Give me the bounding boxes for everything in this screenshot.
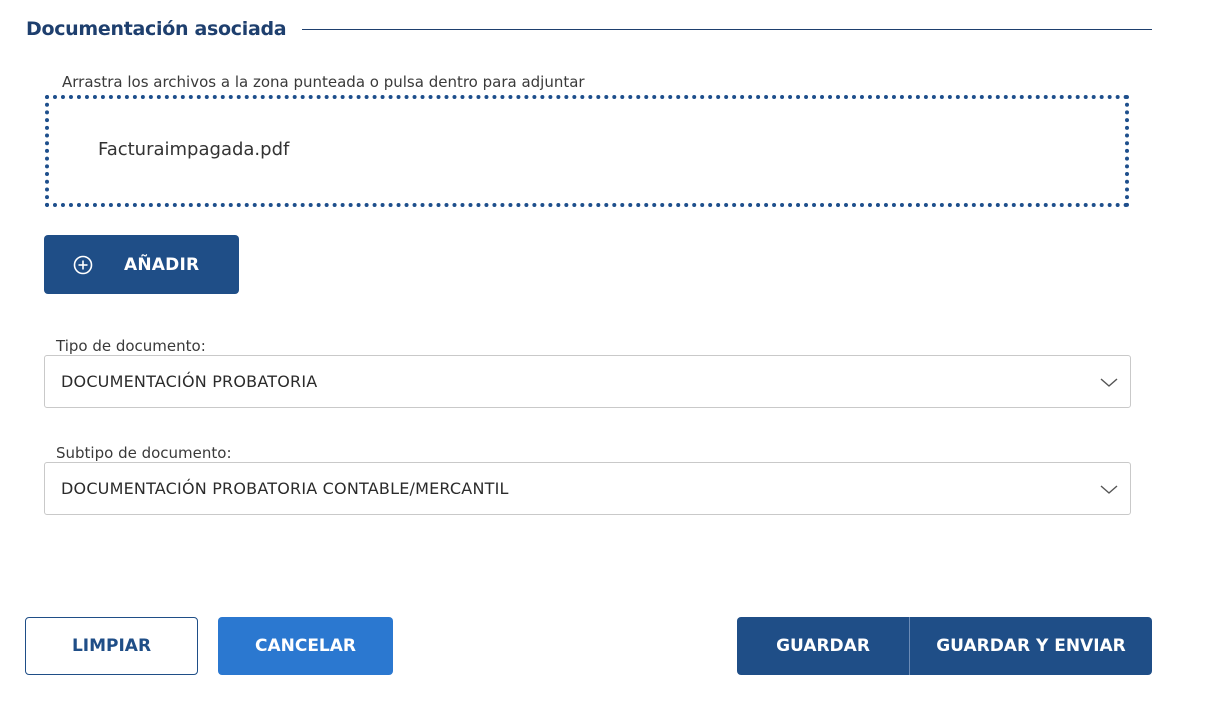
document-subtype-value: DOCUMENTACIÓN PROBATORIA CONTABLE/MERCAN… bbox=[61, 479, 509, 498]
save-and-send-button[interactable]: GUARDAR Y ENVIAR bbox=[910, 617, 1152, 675]
save-button[interactable]: GUARDAR bbox=[737, 617, 910, 675]
add-button-label: AÑADIR bbox=[124, 254, 200, 275]
chevron-down-icon bbox=[1098, 372, 1120, 392]
plus-circle-icon bbox=[72, 254, 94, 276]
document-type-select[interactable]: DOCUMENTACIÓN PROBATORIA bbox=[44, 355, 1131, 408]
section-divider bbox=[302, 28, 1152, 30]
section-title: Documentación asociada bbox=[26, 18, 287, 40]
section-header: Documentación asociada bbox=[26, 14, 1152, 44]
document-type-label: Tipo de documento: bbox=[50, 337, 212, 355]
cancel-button[interactable]: CANCELAR bbox=[218, 617, 393, 675]
document-type-value: DOCUMENTACIÓN PROBATORIA bbox=[61, 372, 318, 391]
add-button[interactable]: AÑADIR bbox=[44, 235, 239, 294]
document-subtype-select[interactable]: DOCUMENTACIÓN PROBATORIA CONTABLE/MERCAN… bbox=[44, 462, 1131, 515]
save-button-group: GUARDAR GUARDAR Y ENVIAR bbox=[737, 617, 1152, 675]
document-form: Documentación asociada Arrastra los arch… bbox=[0, 0, 1208, 704]
chevron-down-icon bbox=[1098, 479, 1120, 499]
attached-file-name: Facturaimpagada.pdf bbox=[98, 139, 290, 160]
document-subtype-label: Subtipo de documento: bbox=[50, 444, 238, 462]
clear-button[interactable]: LIMPIAR bbox=[25, 617, 198, 675]
dropzone-label: Arrastra los archivos a la zona punteada… bbox=[56, 73, 591, 91]
